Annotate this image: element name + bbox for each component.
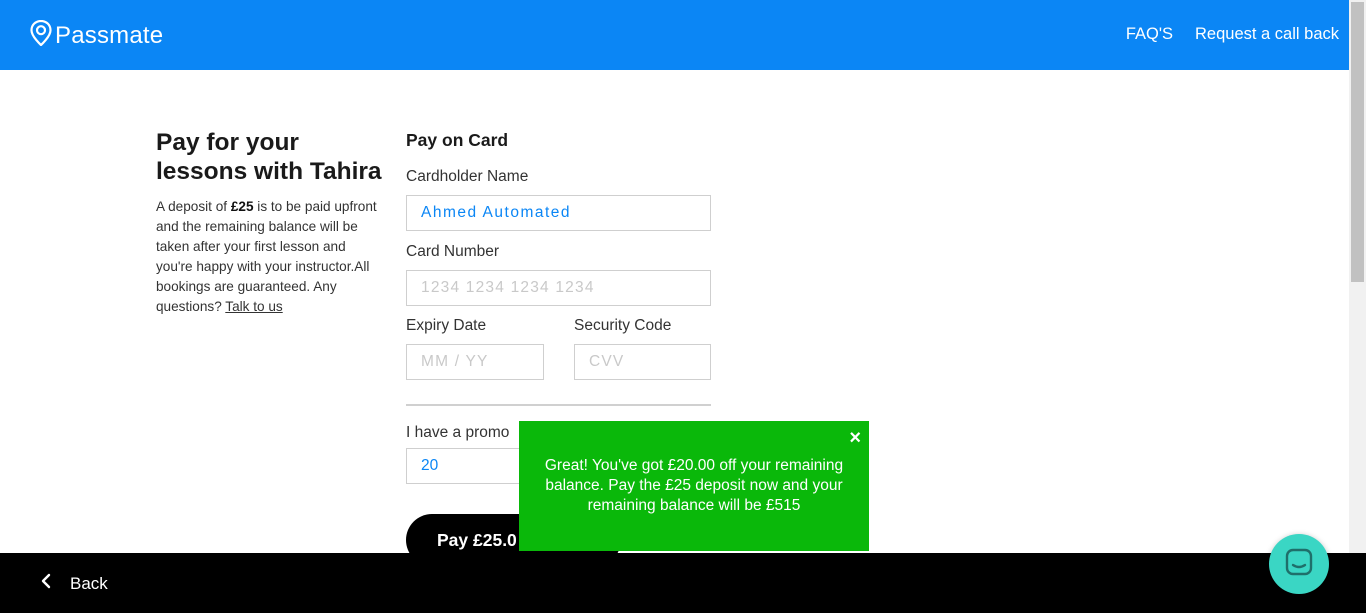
chevron-left-icon xyxy=(40,573,70,594)
back-label: Back xyxy=(70,573,108,593)
close-icon[interactable]: × xyxy=(849,428,861,448)
cardholder-name-input[interactable]: Ahmed Automated xyxy=(406,195,711,231)
chat-launcher-button[interactable] xyxy=(1269,534,1329,594)
promo-success-toast: × Great! You've got £20.00 off your rema… xyxy=(519,421,869,551)
chat-bubble-icon xyxy=(1284,547,1314,582)
card-number-label: Card Number xyxy=(406,243,500,260)
back-button[interactable]: Back xyxy=(40,573,108,594)
page-scrollbar[interactable] xyxy=(1349,0,1366,553)
brand-logo[interactable]: Passmate xyxy=(30,19,164,51)
toast-message: Great! You've got £20.00 off your remain… xyxy=(544,457,844,514)
promo-code-label: I have a promo xyxy=(406,424,510,441)
top-header: Passmate FAQ'S Request a call back xyxy=(0,0,1349,70)
bottom-bar: Back xyxy=(0,553,1366,613)
expiry-date-input[interactable]: MM / YY xyxy=(406,344,544,380)
brand-name: Passmate xyxy=(55,21,164,49)
security-code-label: Security Code xyxy=(574,317,672,334)
form-divider xyxy=(406,404,711,406)
card-number-input[interactable]: 1234 1234 1234 1234 xyxy=(406,270,711,306)
cardholder-name-label: Cardholder Name xyxy=(406,168,529,185)
security-code-input[interactable]: CVV xyxy=(574,344,711,380)
deposit-info-text-1: A deposit of xyxy=(156,199,231,214)
location-pin-icon xyxy=(30,19,55,51)
deposit-amount: £25 xyxy=(230,199,254,214)
page-title: Pay for your lessons with Tahira xyxy=(156,129,382,185)
top-nav: FAQ'S Request a call back xyxy=(1104,25,1339,44)
expiry-date-label: Expiry Date xyxy=(406,317,487,334)
deposit-info: A deposit of £25 is to be paid upfront a… xyxy=(156,197,380,317)
scrollbar-thumb[interactable] xyxy=(1351,2,1364,282)
request-callback-link[interactable]: Request a call back xyxy=(1195,25,1339,44)
talk-to-us-link[interactable]: Talk to us xyxy=(225,299,282,314)
form-title: Pay on Card xyxy=(406,130,509,150)
deposit-info-text-2: is to be paid upfront and the remaining … xyxy=(156,199,377,314)
faqs-link[interactable]: FAQ'S xyxy=(1126,25,1173,44)
